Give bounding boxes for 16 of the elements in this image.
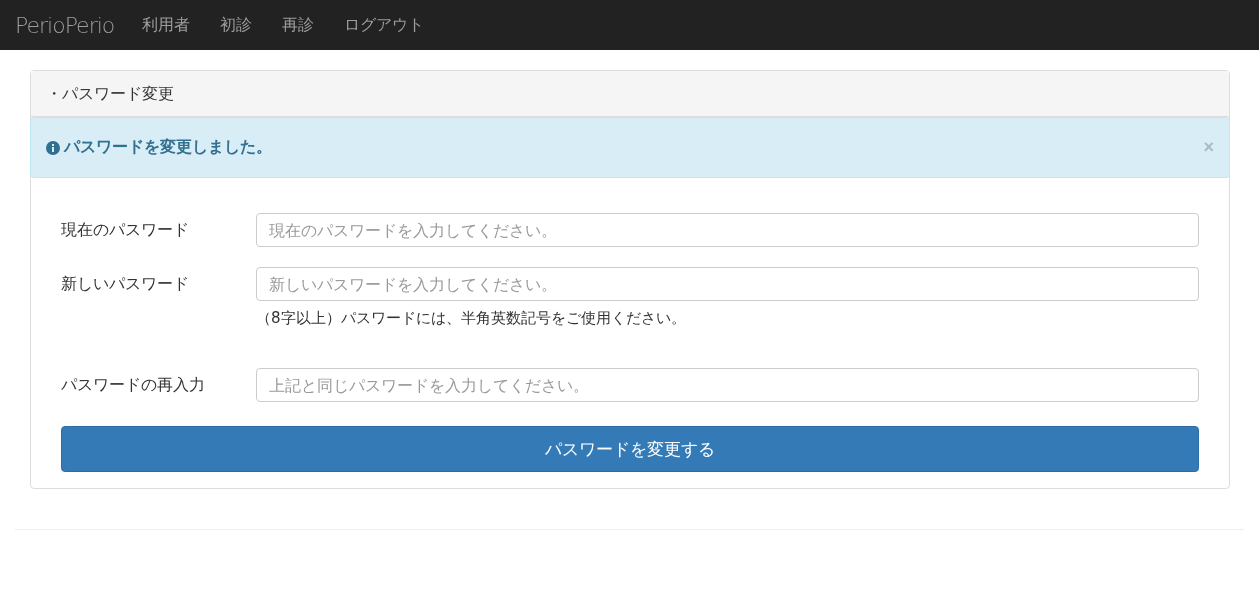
- nav-link[interactable]: ログアウト: [344, 14, 425, 36]
- brand-logo[interactable]: PerioPerio: [15, 12, 115, 38]
- field-label: パスワードの再入力: [61, 374, 206, 396]
- nav-link[interactable]: 利用者: [142, 14, 191, 36]
- password-field[interactable]: 上記と同じパスワードを入力してください。: [256, 368, 1199, 402]
- password-field[interactable]: 現在のパスワードを入力してください。: [256, 213, 1199, 247]
- panel-heading: ・パスワード変更: [31, 71, 1229, 117]
- submit-button[interactable]: パスワードを変更する: [61, 426, 1199, 472]
- info-icon: [46, 140, 60, 155]
- nav-link[interactable]: 初診: [220, 14, 253, 36]
- alert-message: パスワードを変更しました。: [64, 137, 273, 158]
- field-label: 新しいパスワード: [61, 273, 190, 295]
- nav-link[interactable]: 再診: [282, 14, 315, 36]
- help-text: （8字以上）パスワードには、半角英数記号をご使用ください。: [256, 309, 687, 328]
- password-field[interactable]: 新しいパスワードを入力してください。: [256, 267, 1199, 301]
- field-label: 現在のパスワード: [61, 219, 190, 241]
